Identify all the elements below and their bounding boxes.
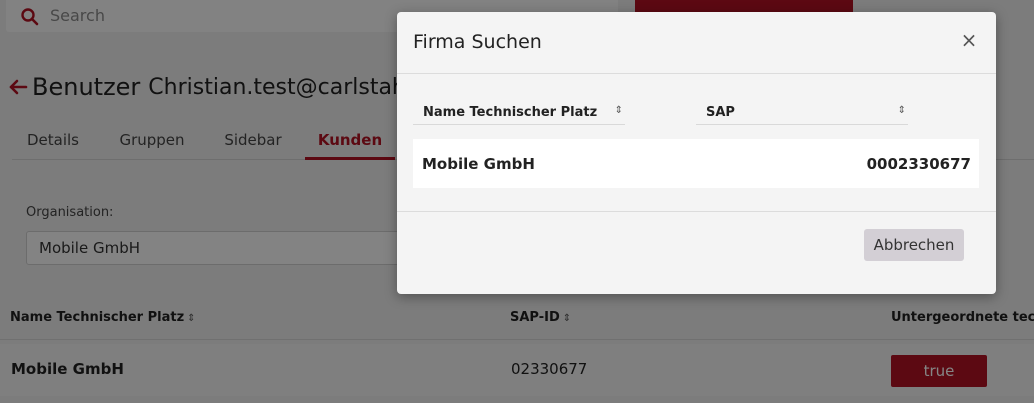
sort-icon[interactable]: ⇕ (898, 105, 906, 116)
cancel-button[interactable]: Abbrechen (864, 229, 964, 261)
firma-suchen-dialog: Firma Suchen × Name Technischer Platz ⇕ … (397, 12, 996, 294)
modal-header: Firma Suchen × (397, 12, 996, 74)
modal-column-header-sap-label: SAP (706, 105, 735, 120)
modal-column-header-name[interactable]: Name Technischer Platz ⇕ (413, 101, 625, 125)
close-icon[interactable]: × (959, 30, 979, 50)
sort-icon[interactable]: ⇕ (615, 105, 623, 116)
modal-row-sap: 0002330677 (866, 155, 971, 173)
modal-footer-divider (397, 211, 996, 212)
modal-column-header-sap[interactable]: SAP ⇕ (696, 101, 908, 125)
modal-table-row[interactable]: Mobile GmbH 0002330677 (413, 139, 979, 188)
modal-row-name: Mobile GmbH (422, 155, 535, 173)
modal-title: Firma Suchen (413, 31, 542, 53)
modal-column-header-name-label: Name Technischer Platz (423, 105, 598, 120)
